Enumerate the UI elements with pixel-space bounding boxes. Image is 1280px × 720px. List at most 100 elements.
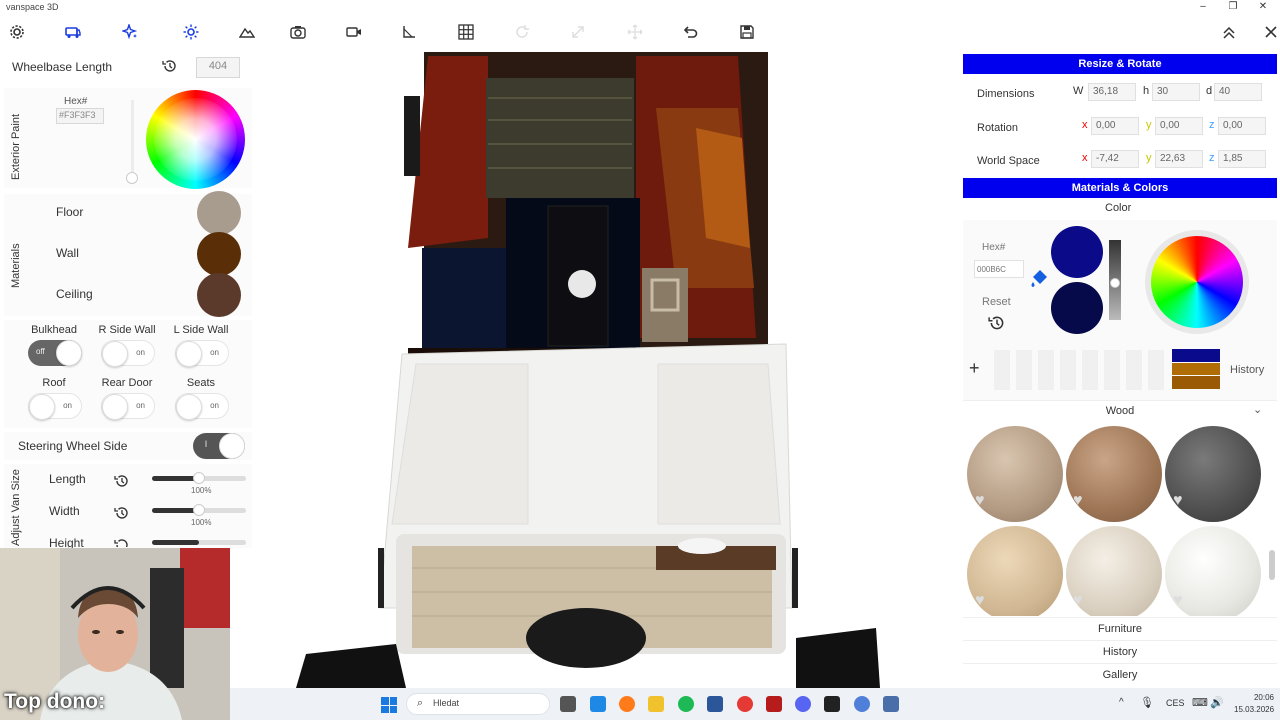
taskbar-search[interactable]: ⌕ Hledat	[406, 693, 550, 715]
file-explorer-icon[interactable]	[648, 696, 664, 712]
material-floor-swatch[interactable]	[197, 191, 241, 235]
material-ceiling-swatch[interactable]	[197, 273, 241, 317]
history-swatches[interactable]	[1172, 349, 1220, 390]
dim-h-label: h	[1143, 85, 1150, 97]
color-hex-input[interactable]	[974, 260, 1024, 278]
collapse-up-icon[interactable]	[1219, 22, 1239, 42]
dim-h-input[interactable]: 30	[1152, 83, 1200, 101]
close-panel-icon[interactable]	[1261, 22, 1280, 42]
windows-start-icon[interactable]	[381, 697, 397, 713]
history-swatch[interactable]	[1172, 362, 1220, 376]
exterior-lightness-knob[interactable]	[126, 172, 138, 184]
height-slider[interactable]	[152, 540, 246, 545]
width-slider[interactable]	[152, 504, 246, 516]
sun-icon[interactable]	[181, 22, 201, 42]
clock-time[interactable]: 20:06	[1234, 693, 1274, 702]
world-x-label: x	[1082, 152, 1088, 164]
favorite-heart-icon[interactable]: ♥	[1173, 492, 1183, 510]
favorite-heart-icon[interactable]: ♥	[975, 492, 985, 510]
color-wheel[interactable]	[1145, 230, 1249, 334]
materials-colors-header[interactable]: Materials & Colors	[963, 178, 1277, 198]
chrome-icon[interactable]	[737, 696, 753, 712]
current-color-swatch[interactable]	[1051, 226, 1103, 278]
favorite-heart-icon[interactable]: ♥	[1173, 592, 1183, 610]
history-tab[interactable]: History	[963, 640, 1277, 662]
wheelbase-label: Wheelbase Length	[12, 60, 113, 74]
length-slider[interactable]	[152, 472, 246, 484]
settings-icon[interactable]	[7, 22, 27, 42]
language-indicator[interactable]: CES	[1166, 698, 1185, 708]
world-x-input[interactable]: -7,42	[1091, 150, 1139, 168]
bulkhead-toggle[interactable]: off	[28, 340, 82, 366]
resize-rotate-header[interactable]: Resize & Rotate	[963, 54, 1277, 74]
favorite-heart-icon[interactable]: ♥	[1073, 492, 1083, 510]
exterior-color-wheel[interactable]	[146, 90, 245, 189]
history-icon[interactable]	[162, 58, 178, 77]
seats-toggle[interactable]: on	[175, 393, 229, 420]
sparkle-icon[interactable]	[120, 22, 140, 42]
clock-date[interactable]: 15.03.2026	[1234, 705, 1274, 714]
height-reset-icon[interactable]	[114, 537, 130, 547]
spotify-icon[interactable]	[678, 696, 694, 712]
dim-d-input[interactable]: 40	[1214, 83, 1262, 101]
favorite-heart-icon[interactable]: ♥	[1073, 592, 1083, 610]
history-swatch[interactable]	[1172, 349, 1220, 362]
history-swatch[interactable]	[1172, 376, 1220, 390]
unity-icon[interactable]	[824, 696, 840, 712]
world-y-input[interactable]: 22,63	[1155, 150, 1203, 168]
rot-y-input[interactable]: 0,00	[1155, 117, 1203, 135]
roof-label: Roof	[42, 377, 66, 389]
microphone-icon[interactable]: 🎙	[1140, 696, 1154, 709]
snipping-tool-icon[interactable]	[590, 696, 606, 712]
reset-history-icon[interactable]	[988, 314, 1006, 335]
ruler-angle-icon[interactable]	[399, 22, 419, 42]
world-z-input[interactable]: 1,85	[1218, 150, 1266, 168]
r-side-wall-toggle[interactable]: on	[101, 340, 155, 367]
volume-icon[interactable]: 🔊	[1210, 696, 1224, 709]
exterior-lightness-slider[interactable]	[131, 100, 134, 178]
save-icon[interactable]	[737, 22, 757, 42]
3d-viewport[interactable]	[256, 48, 960, 688]
roof-toggle[interactable]: on	[28, 393, 82, 420]
task-view-icon[interactable]	[560, 696, 576, 712]
previous-color-swatch[interactable]	[1051, 282, 1103, 334]
add-history-button[interactable]: +	[969, 358, 980, 379]
wheelbase-input[interactable]: 404	[196, 57, 240, 78]
discord-icon[interactable]	[795, 696, 811, 712]
calculator-icon[interactable]	[707, 696, 723, 712]
mountain-icon[interactable]	[237, 22, 257, 42]
favorite-heart-icon[interactable]: ♥	[975, 592, 985, 610]
color-lightness-knob[interactable]	[1110, 278, 1120, 288]
paint-bucket-icon[interactable]	[1030, 268, 1050, 293]
wood-dropdown[interactable]: Wood ⌄	[963, 400, 1277, 420]
rot-x-input[interactable]: 0,00	[1091, 117, 1139, 135]
length-reset-icon[interactable]	[114, 473, 130, 492]
gallery-tab[interactable]: Gallery	[963, 663, 1277, 685]
video-icon[interactable]	[344, 22, 364, 42]
exterior-hex-input[interactable]: #F3F3F3	[56, 108, 104, 124]
maximize-button[interactable]: ❐	[1226, 1, 1240, 12]
app-red-icon[interactable]	[766, 696, 782, 712]
l-side-wall-toggle[interactable]: on	[175, 340, 229, 367]
grid-icon[interactable]	[456, 22, 476, 42]
dimensions-label: Dimensions	[977, 88, 1035, 100]
rear-door-toggle[interactable]: on	[101, 393, 155, 420]
top-dono-text: Top dono:	[4, 690, 106, 713]
vanspace-app-icon[interactable]	[854, 696, 870, 712]
dim-w-input[interactable]: 36,18	[1088, 83, 1136, 101]
material-wall-swatch[interactable]	[197, 232, 241, 276]
steering-side-toggle[interactable]: l	[193, 433, 245, 459]
wood-scrollbar[interactable]	[1269, 550, 1275, 580]
width-reset-icon[interactable]	[114, 505, 130, 524]
tray-chevron-icon[interactable]: ^	[1119, 697, 1124, 708]
firefox-icon[interactable]	[619, 696, 635, 712]
network-icon[interactable]: ⌨	[1192, 696, 1208, 709]
rot-z-input[interactable]: 0,00	[1218, 117, 1266, 135]
van-icon[interactable]	[63, 22, 83, 42]
undo-icon[interactable]	[680, 22, 700, 42]
camera-icon[interactable]	[288, 22, 308, 42]
settings-app-icon[interactable]	[883, 696, 899, 712]
furniture-tab[interactable]: Furniture	[963, 617, 1277, 639]
minimize-button[interactable]: –	[1196, 1, 1210, 12]
close-window-button[interactable]: ✕	[1256, 1, 1270, 12]
